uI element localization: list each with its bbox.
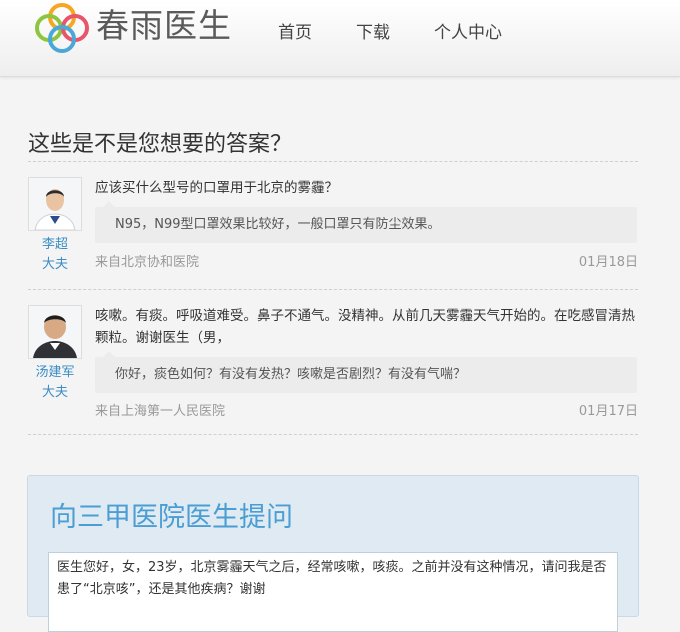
nav-personal-center[interactable]: 个人中心 [434,18,502,43]
nav-home[interactable]: 首页 [278,18,312,43]
hospital-source: 来自上海第一人民医院 [95,404,226,419]
answer-item[interactable]: 汤建军 大夫 咳嗽。有痰。呼吸道难受。鼻子不通气。没精神。从前几天雾霾天气开始的… [28,305,638,425]
doctor-photo-icon [29,306,81,358]
divider [28,161,638,162]
answer-date: 01月18日 [578,255,638,270]
ask-doctor-panel: 向三甲医院医生提问 医生您好，女，23岁，北京雾霾天气之后，经常咳嗽，咳痰。之前… [27,475,639,632]
divider [28,289,638,290]
question-text[interactable]: 应该买什么型号的口罩用于北京的雾霾？ [95,177,635,199]
doctor-name[interactable]: 李超 [28,235,82,255]
logo[interactable]: 春雨医生 [32,0,232,56]
doctor-name[interactable]: 汤建军 [28,363,82,383]
doctor-photo-icon [29,178,81,230]
question-input[interactable]: 医生您好，女，23岁，北京雾霾天气之后，经常咳嗽，咳痰。之前并没有这种情况，请问… [48,552,618,632]
question-text[interactable]: 咳嗽。有痰。呼吸道难受。鼻子不通气。没精神。从前几天雾霾天气开始的。在吃感冒清热… [95,305,635,349]
doctor-avatar[interactable] [28,305,82,359]
answer-date: 01月17日 [578,404,638,419]
answer-arrow [103,351,115,357]
answer-arrow [103,201,115,207]
section-title: 这些是不是您想要的答案？ [28,132,293,157]
hospital-source: 来自北京协和医院 [95,255,200,270]
nav-download[interactable]: 下载 [356,18,390,43]
answer-text: 你好，痰色如何？有没有发热？咳嗽是否剧烈？有没有气喘？ [115,367,467,382]
doctor-title: 大夫 [41,385,68,400]
divider [28,434,638,435]
top-header: 春雨医生 首页 下载 个人中心 [0,0,680,77]
logo-text: 春雨医生 [96,6,232,45]
answer-item[interactable]: 李超 大夫 应该买什么型号的口罩用于北京的雾霾？ N95，N99型口罩效果比较好… [28,177,638,277]
answer-text: N95，N99型口罩效果比较好，一般口罩只有防尘效果。 [115,217,441,232]
doctor-title: 大夫 [41,257,68,272]
answer-box: 你好，痰色如何？有没有发热？咳嗽是否剧烈？有没有气喘？ [95,351,637,393]
logo-rings-icon [35,3,89,53]
doctor-avatar[interactable] [28,177,82,231]
answer-box: N95，N99型口罩效果比较好，一般口罩只有防尘效果。 [95,201,637,243]
ask-panel-title: 向三甲医院医生提问 [50,502,293,533]
